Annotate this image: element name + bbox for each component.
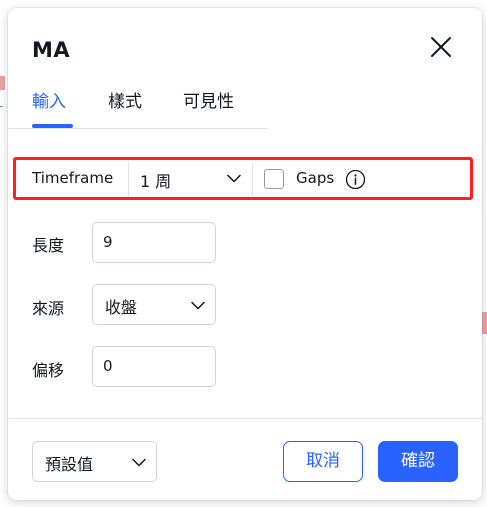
timeframe-select[interactable]: 1 周 bbox=[140, 168, 171, 192]
footer-divider bbox=[8, 418, 482, 419]
tab-style[interactable]: 樣式 bbox=[108, 86, 142, 126]
info-icon[interactable] bbox=[345, 169, 366, 190]
source-select[interactable]: 收盤 bbox=[92, 284, 216, 325]
divider bbox=[128, 162, 129, 196]
chevron-down-icon bbox=[191, 301, 205, 310]
tab-inputs[interactable]: 輸入 bbox=[32, 86, 66, 126]
chart-candle-fragment bbox=[482, 312, 487, 334]
chevron-down-icon bbox=[132, 458, 146, 467]
preset-label: 預設值 bbox=[45, 455, 94, 474]
chart-candle-fragment bbox=[0, 76, 5, 90]
close-icon[interactable] bbox=[428, 34, 454, 60]
gaps-label: Gaps bbox=[296, 169, 335, 187]
dialog-title: MA bbox=[32, 38, 71, 62]
tab-bar: 輸入 樣式 可見性 bbox=[8, 86, 482, 130]
offset-label: 偏移 bbox=[32, 361, 65, 380]
gaps-checkbox[interactable] bbox=[264, 169, 284, 189]
cancel-button[interactable]: 取消 bbox=[283, 441, 363, 482]
length-input[interactable]: 9 bbox=[92, 222, 216, 263]
divider bbox=[252, 162, 253, 196]
length-label: 長度 bbox=[32, 236, 65, 255]
tabs-divider bbox=[8, 128, 268, 129]
ok-button[interactable]: 確認 bbox=[378, 441, 458, 482]
source-label: 來源 bbox=[32, 299, 65, 318]
source-value: 收盤 bbox=[105, 298, 138, 317]
offset-input[interactable]: 0 bbox=[92, 346, 216, 387]
preset-select[interactable]: 預設值 bbox=[32, 441, 157, 482]
tab-visibility[interactable]: 可見性 bbox=[183, 86, 234, 126]
ma-settings-dialog: MA 輸入 樣式 可見性 Timeframe 1 周 Gaps 長度 9 來源 … bbox=[8, 8, 482, 500]
chart-line-fragment bbox=[0, 106, 3, 107]
chevron-down-icon[interactable] bbox=[227, 174, 241, 183]
timeframe-label: Timeframe bbox=[32, 169, 114, 187]
